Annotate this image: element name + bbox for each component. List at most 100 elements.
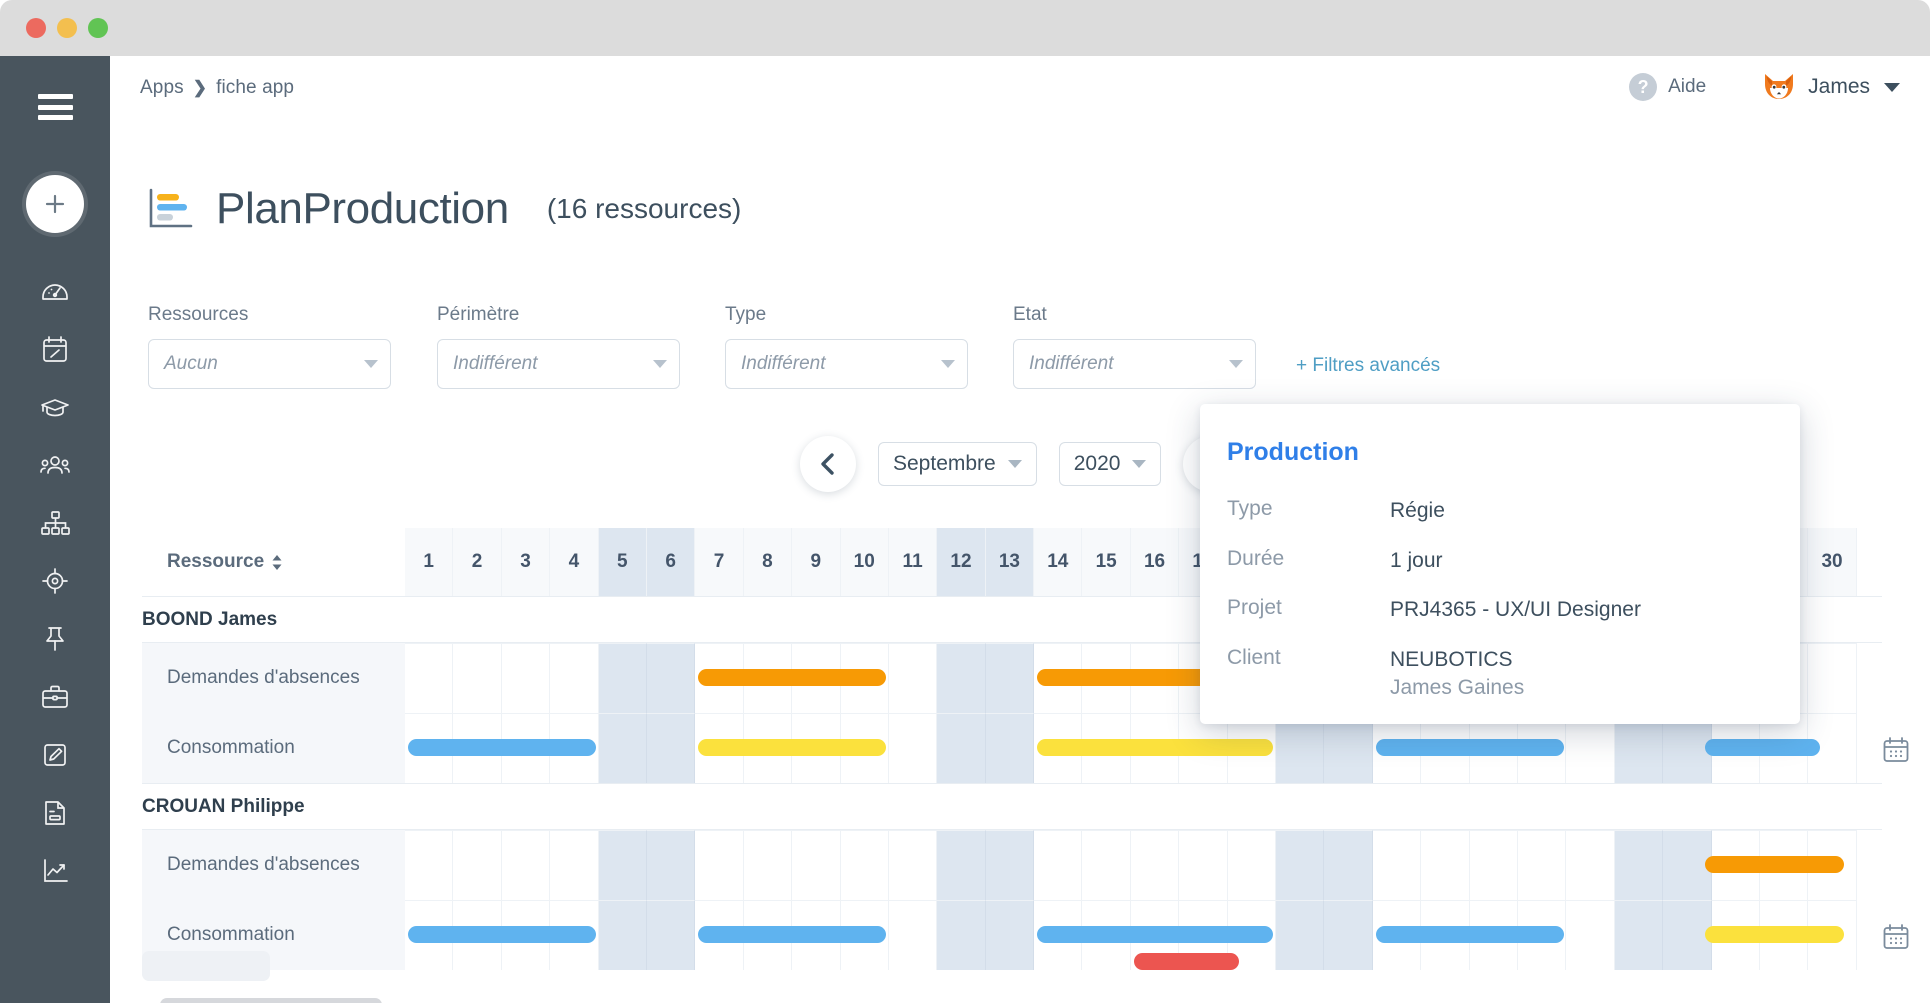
- gantt-cell[interactable]: [840, 830, 889, 900]
- perimetre-select[interactable]: Indifférent: [437, 339, 680, 389]
- gantt-cell[interactable]: [646, 713, 696, 783]
- gantt-cell[interactable]: [1324, 830, 1373, 900]
- calendar-icon[interactable]: [1881, 922, 1911, 957]
- day-header-6[interactable]: 6: [646, 528, 696, 596]
- day-header-15[interactable]: 15: [1082, 528, 1131, 596]
- gantt-cell[interactable]: [1469, 830, 1518, 900]
- month-select[interactable]: Septembre: [878, 442, 1037, 486]
- previous-month-button[interactable]: [800, 436, 856, 492]
- breadcrumb-item-fiche-app[interactable]: fiche app: [216, 77, 294, 99]
- resource-column-header[interactable]: Ressource: [142, 528, 405, 596]
- calendar-icon[interactable]: [1881, 735, 1911, 770]
- sidebar-item-projects[interactable]: [26, 668, 84, 726]
- day-header-14[interactable]: 14: [1034, 528, 1083, 596]
- gantt-cell[interactable]: [646, 830, 696, 900]
- day-header-8[interactable]: 8: [743, 528, 793, 596]
- gantt-bar[interactable]: [698, 739, 886, 756]
- sidebar-item-objectives[interactable]: [26, 552, 84, 610]
- gantt-cell[interactable]: [1566, 830, 1615, 900]
- gantt-cell[interactable]: [646, 643, 696, 713]
- day-header-5[interactable]: 5: [598, 528, 647, 596]
- gantt-cell[interactable]: [550, 830, 599, 900]
- advanced-filters-link[interactable]: + Filtres avancés: [1296, 355, 1440, 377]
- user-menu[interactable]: James: [1762, 72, 1900, 102]
- year-select[interactable]: 2020: [1058, 442, 1162, 486]
- gantt-cell[interactable]: [453, 643, 502, 713]
- sidebar-item-dashboard[interactable]: [26, 262, 84, 320]
- day-header-1[interactable]: 1: [405, 528, 454, 596]
- gantt-bar[interactable]: [1037, 926, 1274, 943]
- gantt-cell[interactable]: [598, 900, 647, 970]
- gantt-cell[interactable]: [453, 830, 502, 900]
- gantt-cell[interactable]: [1614, 900, 1664, 970]
- gantt-cell[interactable]: [743, 830, 793, 900]
- gantt-cell[interactable]: [1614, 830, 1664, 900]
- gantt-cell[interactable]: [1421, 830, 1470, 900]
- gantt-cell[interactable]: [1082, 830, 1131, 900]
- day-header-13[interactable]: 13: [985, 528, 1035, 596]
- add-button[interactable]: [26, 175, 84, 233]
- gantt-cell[interactable]: [405, 830, 454, 900]
- gantt-bar[interactable]: [408, 739, 596, 756]
- gantt-cell[interactable]: [937, 643, 986, 713]
- sidebar-item-organisation[interactable]: [26, 494, 84, 552]
- gantt-cell[interactable]: [937, 900, 986, 970]
- gantt-bar[interactable]: [698, 669, 886, 686]
- gantt-cell[interactable]: [937, 713, 986, 783]
- minimize-button[interactable]: [57, 18, 77, 38]
- gantt-cell[interactable]: [1324, 900, 1373, 970]
- day-header-2[interactable]: 2: [453, 528, 502, 596]
- gantt-cell[interactable]: [792, 830, 841, 900]
- close-button[interactable]: [26, 18, 46, 38]
- gantt-cell[interactable]: [1130, 830, 1180, 900]
- day-header-10[interactable]: 10: [840, 528, 889, 596]
- gantt-cell[interactable]: [598, 713, 647, 783]
- gantt-cell[interactable]: [888, 830, 938, 900]
- gantt-cell[interactable]: [985, 643, 1035, 713]
- day-header-3[interactable]: 3: [501, 528, 551, 596]
- gantt-cell[interactable]: [1276, 830, 1325, 900]
- gantt-cell[interactable]: [937, 830, 986, 900]
- etat-select[interactable]: Indifférent: [1013, 339, 1256, 389]
- gantt-cell[interactable]: [985, 713, 1035, 783]
- day-header-30[interactable]: 30: [1808, 528, 1857, 596]
- gantt-cell[interactable]: [1034, 830, 1083, 900]
- gantt-bar[interactable]: [1376, 926, 1564, 943]
- gantt-cell[interactable]: [501, 643, 551, 713]
- gantt-cell[interactable]: [695, 830, 744, 900]
- type-select[interactable]: Indifférent: [725, 339, 968, 389]
- gantt-cell[interactable]: [1517, 830, 1567, 900]
- gantt-cell[interactable]: [1566, 900, 1615, 970]
- day-header-9[interactable]: 9: [792, 528, 841, 596]
- breadcrumb-item-apps[interactable]: Apps: [140, 77, 184, 99]
- zoom-button[interactable]: [88, 18, 108, 38]
- help-button[interactable]: ? Aide: [1629, 73, 1706, 101]
- gantt-cell[interactable]: [598, 643, 647, 713]
- sidebar-item-documents[interactable]: [26, 784, 84, 842]
- gantt-bar[interactable]: [1705, 856, 1845, 873]
- day-header-12[interactable]: 12: [937, 528, 986, 596]
- gantt-bar[interactable]: [698, 926, 886, 943]
- gantt-bar[interactable]: [1705, 926, 1845, 943]
- sidebar-item-planning[interactable]: [26, 320, 84, 378]
- day-header-7[interactable]: 7: [695, 528, 744, 596]
- gantt-bar[interactable]: [1376, 739, 1564, 756]
- gantt-cell[interactable]: [985, 900, 1035, 970]
- sidebar-item-resources[interactable]: [26, 436, 84, 494]
- hamburger-menu-icon[interactable]: [38, 94, 73, 120]
- sidebar-item-edit[interactable]: [26, 726, 84, 784]
- gantt-bar[interactable]: [1705, 739, 1821, 756]
- gantt-cell[interactable]: [1227, 830, 1277, 900]
- gantt-cell[interactable]: [1276, 900, 1325, 970]
- gantt-cell[interactable]: [550, 643, 599, 713]
- gantt-bar[interactable]: [408, 926, 596, 943]
- gantt-cell[interactable]: [646, 900, 696, 970]
- gantt-cell[interactable]: [1372, 830, 1422, 900]
- day-header-16[interactable]: 16: [1130, 528, 1180, 596]
- gantt-cell[interactable]: [888, 900, 938, 970]
- sort-updown-icon[interactable]: [271, 554, 283, 571]
- gantt-cell[interactable]: [598, 830, 647, 900]
- sidebar-item-training[interactable]: [26, 378, 84, 436]
- sidebar-item-reports[interactable]: [26, 842, 84, 900]
- gantt-cell[interactable]: [985, 830, 1035, 900]
